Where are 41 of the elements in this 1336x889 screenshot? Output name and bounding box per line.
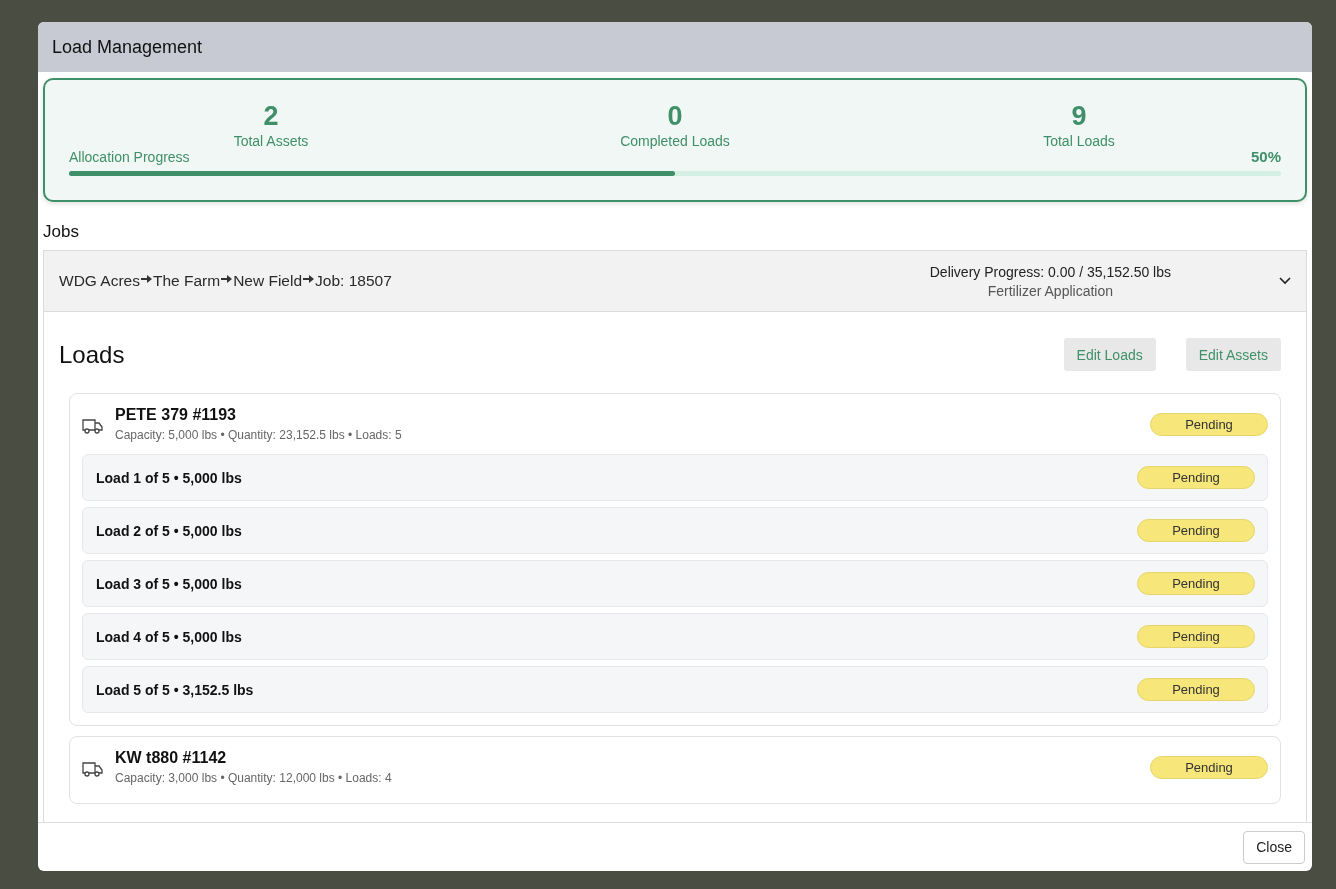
breadcrumb-item: Job: 18507 <box>315 272 392 290</box>
status-badge: Pending <box>1150 412 1268 436</box>
arrow-right-icon <box>221 274 233 284</box>
status-badge: Pending <box>1137 519 1255 542</box>
load-label: Load 2 of 5 • 5,000 lbs <box>96 522 242 539</box>
stat-label: Completed Loads <box>620 132 730 150</box>
status-badge: Pending <box>1150 755 1268 779</box>
stat-value: 9 <box>1071 100 1087 132</box>
status-badge: Pending <box>1137 572 1255 595</box>
load-label: Load 4 of 5 • 5,000 lbs <box>96 628 242 645</box>
status-badge: Pending <box>1137 625 1255 648</box>
chevron-down-icon <box>1279 277 1291 285</box>
asset-details: Capacity: 3,000 lbs • Quantity: 12,000 lbs • Loads: 4 <box>115 771 393 785</box>
dialog-title: Load Management <box>52 36 203 58</box>
stat-label: Total Loads <box>1043 132 1115 150</box>
close-button[interactable]: Close <box>1243 830 1305 864</box>
job-header[interactable]: WDG Acres The Farm New Field Job: 18507 Delivery Progress: 0.00 / 35,152.50 lbs Fertilizer Application <box>43 250 1307 312</box>
asset-name: PETE 379 #1193 <box>115 406 237 424</box>
breadcrumb-item: The Farm <box>152 272 221 290</box>
job-type: Fertilizer Application <box>987 282 1113 299</box>
arrow-right-icon <box>140 274 152 284</box>
loads-heading: Loads <box>59 340 125 369</box>
status-badge: Pending <box>1137 466 1255 489</box>
truck-icon <box>82 761 103 777</box>
arrow-right-icon <box>303 274 315 284</box>
load-label: Load 1 of 5 • 5,000 lbs <box>96 469 242 486</box>
truck-icon <box>82 418 103 434</box>
progress-label: Allocation Progress <box>69 149 190 165</box>
stat-value: 2 <box>263 100 279 132</box>
breadcrumb-item: WDG Acres <box>59 272 140 290</box>
breadcrumb-item: New Field <box>233 272 303 290</box>
stat-value: 0 <box>667 100 683 132</box>
progress-percent: 50% <box>1250 148 1281 165</box>
section-heading: Jobs <box>43 222 80 242</box>
status-badge: Pending <box>1137 678 1255 701</box>
stat-label: Total Assets <box>233 132 309 150</box>
asset-name: KW t880 #1142 <box>115 749 228 767</box>
delivery-progress: Delivery Progress: 0.00 / 35,152.50 lbs <box>929 263 1171 280</box>
load-label: Load 3 of 5 • 5,000 lbs <box>96 575 242 592</box>
asset-details: Capacity: 5,000 lbs • Quantity: 23,152.5 lbs • Loads: 5 <box>115 428 403 442</box>
load-label: Load 5 of 5 • 3,152.5 lbs <box>96 681 254 698</box>
